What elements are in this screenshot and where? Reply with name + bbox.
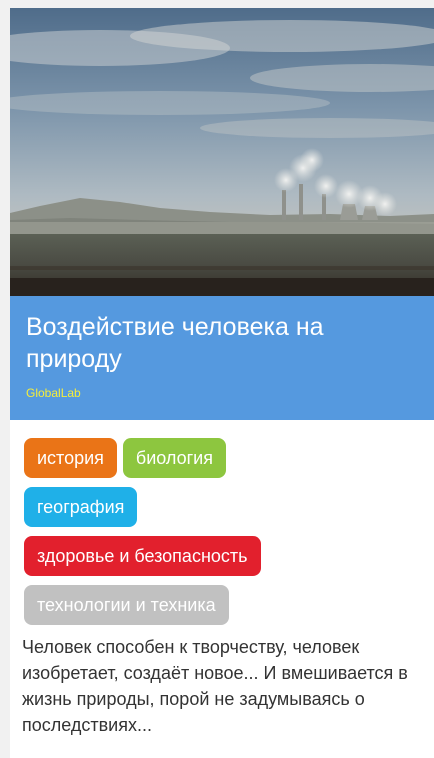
tag-geography[interactable]: география xyxy=(24,487,138,527)
tag-row: технологии и техника xyxy=(24,585,434,625)
landscape-photo xyxy=(10,8,434,296)
card-header: Воздействие человека на природу GlobalLa… xyxy=(10,296,434,420)
tag-biology[interactable]: биология xyxy=(122,438,226,478)
tag-health-safety[interactable]: здоровье и безопасность xyxy=(24,536,261,576)
tag-row: история биология xyxy=(24,438,434,478)
tag-row: география xyxy=(24,487,434,527)
card-title[interactable]: Воздействие человека на природу xyxy=(26,311,420,375)
tag-list: история биология география здоровье и без… xyxy=(10,420,434,625)
tag-row: здоровье и безопасность xyxy=(24,536,434,576)
project-card: Воздействие человека на природу GlobalLa… xyxy=(10,8,434,758)
card-image[interactable] xyxy=(10,8,434,296)
card-description: Человек способен к творчеству, человек и… xyxy=(22,637,408,735)
tag-history[interactable]: история xyxy=(24,438,117,478)
tag-technology[interactable]: технологии и техника xyxy=(24,585,229,625)
card-author-link[interactable]: GlobalLab xyxy=(26,386,81,400)
